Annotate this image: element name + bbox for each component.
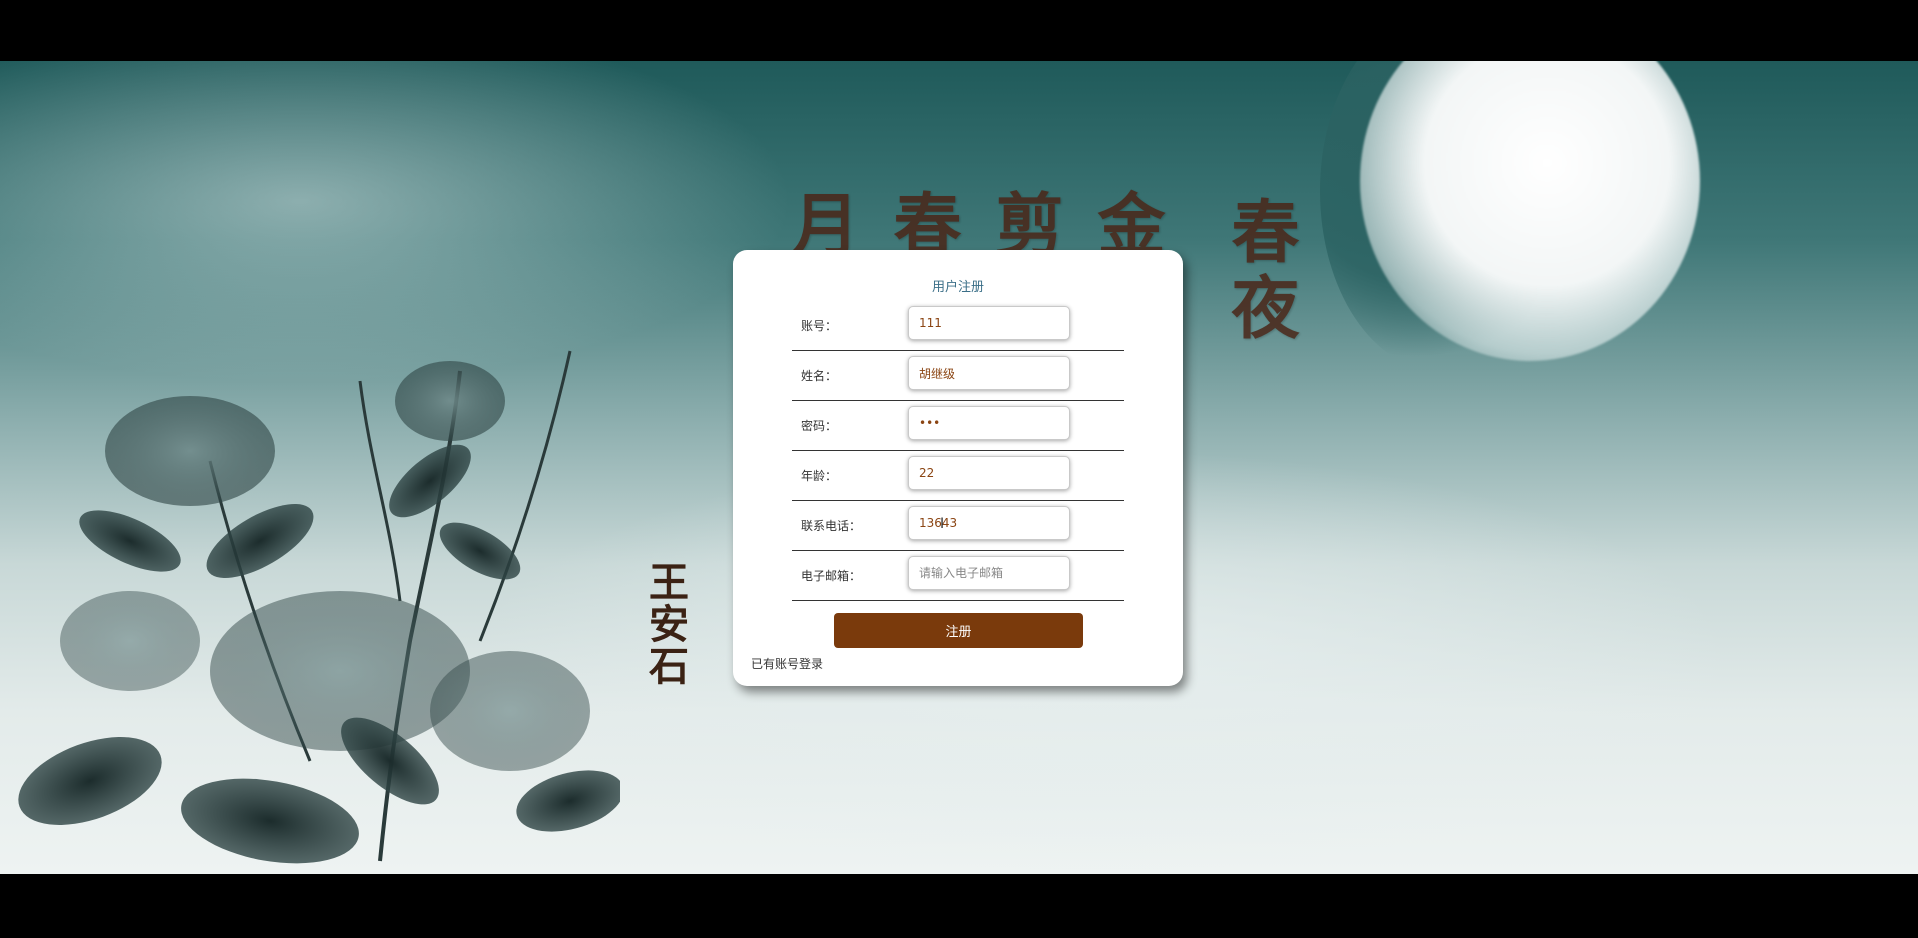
- poem-title: 春夜: [1219, 196, 1299, 348]
- text-cursor-icon: I: [940, 516, 945, 532]
- register-title: 用户注册: [931, 280, 984, 295]
- phone-label: 联系电话：: [801, 519, 862, 533]
- register-button[interactable]: 注册: [834, 613, 1083, 648]
- bottom-letterbox: [0, 874, 1918, 938]
- form-row-account: 账号：: [792, 300, 1124, 351]
- register-card: 用户注册 账号： 姓名： 密码： 年龄： 联系电话： 电子邮箱： 注册 已有账号…: [733, 250, 1183, 686]
- form-row-phone: 联系电话：: [792, 500, 1124, 551]
- poem-author: 王安石: [642, 561, 689, 687]
- name-input[interactable]: [908, 356, 1070, 390]
- account-input[interactable]: [908, 306, 1070, 340]
- age-label: 年龄：: [801, 469, 838, 483]
- form-row-age: 年龄：: [792, 450, 1124, 501]
- name-label: 姓名：: [801, 369, 838, 383]
- form-row-email: 电子邮箱：: [792, 550, 1124, 601]
- form-row-name: 姓名：: [792, 350, 1124, 401]
- password-label: 密码：: [801, 419, 838, 433]
- email-label: 电子邮箱：: [801, 569, 862, 583]
- phone-input[interactable]: [908, 506, 1070, 540]
- age-input[interactable]: [908, 456, 1070, 490]
- login-link[interactable]: 已有账号登录: [751, 655, 823, 672]
- email-input[interactable]: [908, 556, 1070, 590]
- account-label: 账号：: [801, 319, 838, 333]
- password-input[interactable]: [908, 406, 1070, 440]
- form-row-password: 密码：: [792, 400, 1124, 451]
- ink-flowers-illustration: [18, 350, 620, 864]
- top-letterbox: [0, 0, 1918, 61]
